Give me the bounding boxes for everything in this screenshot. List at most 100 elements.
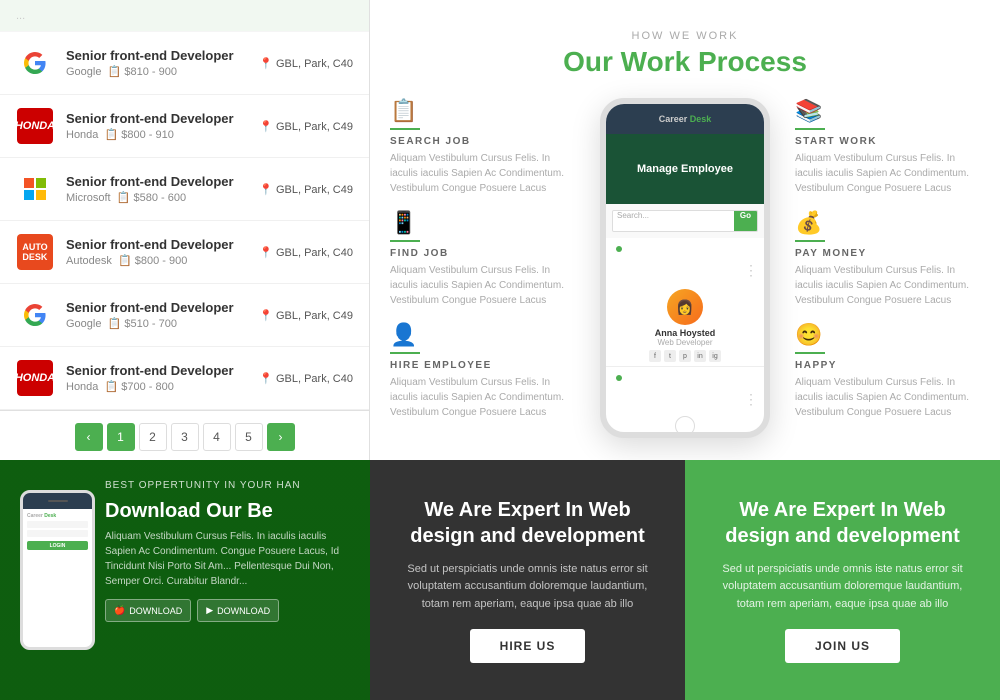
step-icon-left-1: 📱 [390, 210, 575, 236]
how-we-work-header: HOW WE WORK Our Work Process [390, 30, 980, 78]
social-instagram[interactable]: ig [709, 350, 721, 362]
job-location-4: 📍 GBL, Park, C49 [259, 309, 353, 322]
pagination-page-1[interactable]: 1 [107, 423, 135, 451]
social-pinterest[interactable]: p [679, 350, 691, 362]
step-right-0: 📚 START WORK Aliquam Vestibulum Cursus F… [795, 98, 980, 196]
pagination-page-5[interactable]: 5 [235, 423, 263, 451]
pagination-page-2[interactable]: 2 [139, 423, 167, 451]
social-facebook[interactable]: f [649, 350, 661, 362]
download-btn-2[interactable]: ▶ DOWNLOAD [197, 599, 279, 622]
job-info-1: Senior front-end Developer Honda 📋 $800 … [66, 111, 259, 141]
step-left-2: 👤 HIRE EMPLOYEE Aliquam Vestibulum Cursu… [390, 322, 575, 420]
step-title-left-0: SEARCH JOB [390, 136, 575, 147]
step-title-right-1: PAY MONEY [795, 248, 980, 259]
how-we-work-content: 📋 SEARCH JOB Aliquam Vestibulum Cursus F… [390, 98, 980, 438]
download-btn-1[interactable]: 🍎 DOWNLOAD [105, 599, 191, 622]
phone-status-dot-2 [616, 375, 622, 381]
how-steps-right: 📚 START WORK Aliquam Vestibulum Cursus F… [795, 98, 980, 438]
job-title-0: Senior front-end Developer [66, 48, 259, 63]
job-item-3[interactable]: AUTODESK Senior front-end Developer Auto… [0, 221, 369, 284]
cropped-item-label: ... [16, 10, 25, 22]
job-location-5: 📍 GBL, Park, C40 [259, 372, 353, 385]
step-desc-left-0: Aliquam Vestibulum Cursus Felis. In iacu… [390, 151, 575, 196]
job-info-2: Senior front-end Developer Microsoft 📋 $… [66, 174, 259, 204]
job-company-2: Microsoft 📋 $580 - 600 [66, 191, 259, 204]
company-logo-1: HONDA [16, 107, 54, 145]
step-divider-left-2 [390, 352, 420, 354]
step-divider-right-2 [795, 352, 825, 354]
job-meta-0: 📍 GBL, Park, C40 [259, 57, 353, 70]
job-item-top-partial[interactable]: ... [0, 0, 369, 32]
download-subtitle: BEST OPPERTUNITY IN YOUR HAN [105, 480, 350, 491]
android-icon: ▶ [206, 605, 213, 616]
step-divider-right-1 [795, 240, 825, 242]
social-linkedin[interactable]: in [694, 350, 706, 362]
download-btn-1-label: DOWNLOAD [129, 606, 182, 616]
step-right-1: 💰 PAY MONEY Aliquam Vestibulum Cursus Fe… [795, 210, 980, 308]
phone-menu-icon-2[interactable]: ⋮ [744, 391, 758, 408]
step-title-left-1: FIND JOB [390, 248, 575, 259]
job-company-5: Honda 📋 $700 - 800 [66, 380, 259, 393]
blp-login-button[interactable]: LOGIN [27, 541, 88, 550]
job-info-0: Senior front-end Developer Google 📋 $810… [66, 48, 259, 78]
job-info-5: Senior front-end Developer Honda 📋 $700 … [66, 363, 259, 393]
blp-app-title: Career Desk [27, 513, 88, 519]
phone-search-button[interactable]: Go [734, 211, 757, 231]
job-item-5[interactable]: HONDA Senior front-end Developer Honda 📋… [0, 347, 369, 410]
job-title-2: Senior front-end Developer [66, 174, 259, 189]
pagination-next[interactable]: › [267, 423, 295, 451]
phone-search-bar[interactable]: Search... Go [612, 210, 758, 232]
download-btn-2-label: DOWNLOAD [217, 606, 270, 616]
step-icon-left-2: 👤 [390, 322, 575, 348]
social-twitter[interactable]: t [664, 350, 676, 362]
job-info-4: Senior front-end Developer Google 📋 $510… [66, 300, 259, 330]
how-we-work-panel: HOW WE WORK Our Work Process 📋 SEARCH JO… [370, 0, 1000, 460]
company-logo-2 [16, 170, 54, 208]
pagination-prev[interactable]: ‹ [75, 423, 103, 451]
step-icon-right-0: 📚 [795, 98, 980, 124]
step-desc-right-1: Aliquam Vestibulum Cursus Felis. In iacu… [795, 263, 980, 308]
job-item-2[interactable]: Senior front-end Developer Microsoft 📋 $… [0, 158, 369, 221]
cta-center-section: We Are Expert In Web design and developm… [370, 460, 685, 700]
phone-top-bar: Career Desk [606, 104, 764, 134]
phone-profile-name: Anna Hoysted [655, 328, 716, 338]
job-location-0: 📍 GBL, Park, C40 [259, 57, 353, 70]
step-icon-left-0: 📋 [390, 98, 575, 124]
step-title-right-2: HAPPY [795, 360, 980, 371]
job-location-3: 📍 GBL, Park, C40 [259, 246, 353, 259]
step-divider-left-1 [390, 240, 420, 242]
phone-profile-role: Web Developer [658, 338, 713, 347]
download-text: BEST OPPERTUNITY IN YOUR HAN Download Ou… [105, 480, 350, 622]
job-meta-2: 📍 GBL, Park, C49 [259, 183, 353, 196]
company-logo-3: AUTODESK [16, 233, 54, 271]
how-we-work-title: Our Work Process [390, 46, 980, 78]
job-item-4[interactable]: Senior front-end Developer Google 📋 $510… [0, 284, 369, 347]
step-title-right-0: START WORK [795, 136, 980, 147]
phone-banner-text: Manage Employee [637, 163, 733, 175]
blp-speaker [48, 500, 68, 502]
how-steps-left: 📋 SEARCH JOB Aliquam Vestibulum Cursus F… [390, 98, 575, 438]
blp-username-field [27, 521, 88, 528]
step-left-0: 📋 SEARCH JOB Aliquam Vestibulum Cursus F… [390, 98, 575, 196]
job-company-4: Google 📋 $510 - 700 [66, 317, 259, 330]
phone-mockup: Career Desk Manage Employee Search... Go… [600, 98, 770, 438]
phone-home-button[interactable] [675, 416, 695, 436]
phone-search-input[interactable]: Search... [613, 211, 734, 231]
how-we-work-label: HOW WE WORK [390, 30, 980, 42]
pagination-page-4[interactable]: 4 [203, 423, 231, 451]
job-item-1[interactable]: HONDA Senior front-end Developer Honda 📋… [0, 95, 369, 158]
hire-us-button[interactable]: HIRE US [470, 629, 586, 663]
blp-top-bar [23, 493, 92, 509]
download-buttons: 🍎 DOWNLOAD ▶ DOWNLOAD [105, 599, 350, 622]
pagination-page-3[interactable]: 3 [171, 423, 199, 451]
job-title-1: Senior front-end Developer [66, 111, 259, 126]
phone-social-links: f t p in ig [649, 350, 721, 362]
job-item-0[interactable]: Senior front-end Developer Google 📋 $810… [0, 32, 369, 95]
join-us-button[interactable]: JOIN US [785, 629, 900, 663]
phone-menu-icon[interactable]: ⋮ [744, 262, 758, 279]
cta-right-section: We Are Expert In Web design and developm… [685, 460, 1000, 700]
download-desc: Aliquam Vestibulum Cursus Felis. In iacu… [105, 529, 350, 589]
phone-status-dot [616, 246, 622, 252]
step-desc-left-1: Aliquam Vestibulum Cursus Felis. In iacu… [390, 263, 575, 308]
job-company-1: Honda 📋 $800 - 910 [66, 128, 259, 141]
